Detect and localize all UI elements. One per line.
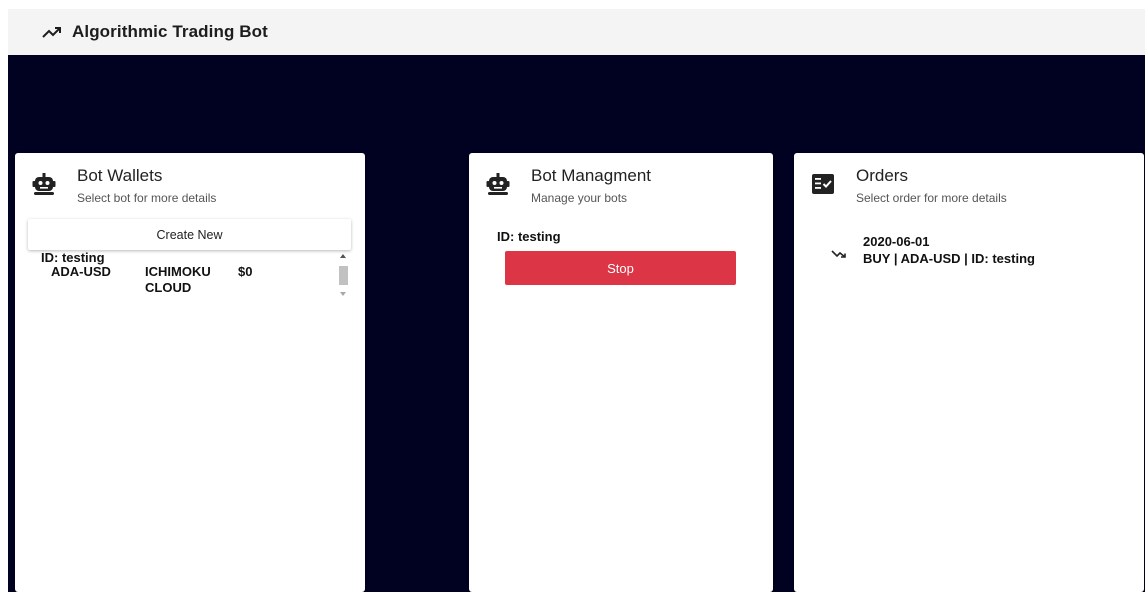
bot-management-subtitle: Manage your bots bbox=[531, 191, 628, 205]
bot-wallets-card: Bot Wallets Select bot for more details … bbox=[15, 153, 365, 592]
wallet-id: ID: testing bbox=[41, 250, 105, 265]
stop-button[interactable]: Stop bbox=[505, 251, 736, 285]
wallet-strategy: ICHIMOKU CLOUD bbox=[145, 264, 211, 295]
orders-header: Orders Select order for more details bbox=[794, 153, 1144, 219]
wallet-value: $0 bbox=[238, 264, 253, 279]
list-item[interactable]: 2020-06-01 BUY | ADA-USD | ID: testing bbox=[794, 233, 1144, 273]
robot-icon bbox=[31, 171, 57, 197]
wallet-pair: ADA-USD bbox=[51, 264, 111, 279]
bot-management-card: Bot Managment Manage your bots ID: testi… bbox=[469, 153, 773, 592]
checklist-icon bbox=[810, 171, 836, 197]
wallet-list-scrollbar[interactable] bbox=[337, 250, 351, 303]
scroll-thumb[interactable] bbox=[339, 266, 348, 285]
bot-management-header: Bot Managment Manage your bots bbox=[469, 153, 773, 219]
bot-wallets-subtitle: Select bot for more details bbox=[77, 191, 217, 205]
arrow-down-right-icon bbox=[830, 245, 848, 263]
orders-title: Orders bbox=[856, 166, 908, 185]
bot-wallets-title: Bot Wallets bbox=[77, 166, 163, 185]
bot-id-label: ID: testing bbox=[497, 229, 561, 244]
bot-wallets-header: Bot Wallets Select bot for more details bbox=[15, 153, 365, 219]
scroll-up-icon[interactable] bbox=[340, 254, 346, 258]
orders-card: Orders Select order for more details 202… bbox=[794, 153, 1144, 592]
wallet-list[interactable]: ID: testing ADA-USD ICHIMOKU CLOUD $0 bbox=[28, 250, 351, 303]
order-description: BUY | ADA-USD | ID: testing bbox=[863, 251, 1035, 266]
orders-subtitle: Select order for more details bbox=[856, 191, 1007, 205]
create-new-button[interactable]: Create New bbox=[28, 219, 351, 250]
app-bar: Algorithmic Trading Bot bbox=[8, 9, 1145, 55]
bot-management-title: Bot Managment bbox=[531, 166, 652, 185]
scroll-down-icon[interactable] bbox=[340, 292, 346, 296]
app-title: Algorithmic Trading Bot bbox=[72, 22, 268, 41]
robot-icon bbox=[485, 171, 511, 197]
order-date: 2020-06-01 bbox=[863, 234, 930, 249]
trending-up-icon bbox=[40, 20, 64, 44]
